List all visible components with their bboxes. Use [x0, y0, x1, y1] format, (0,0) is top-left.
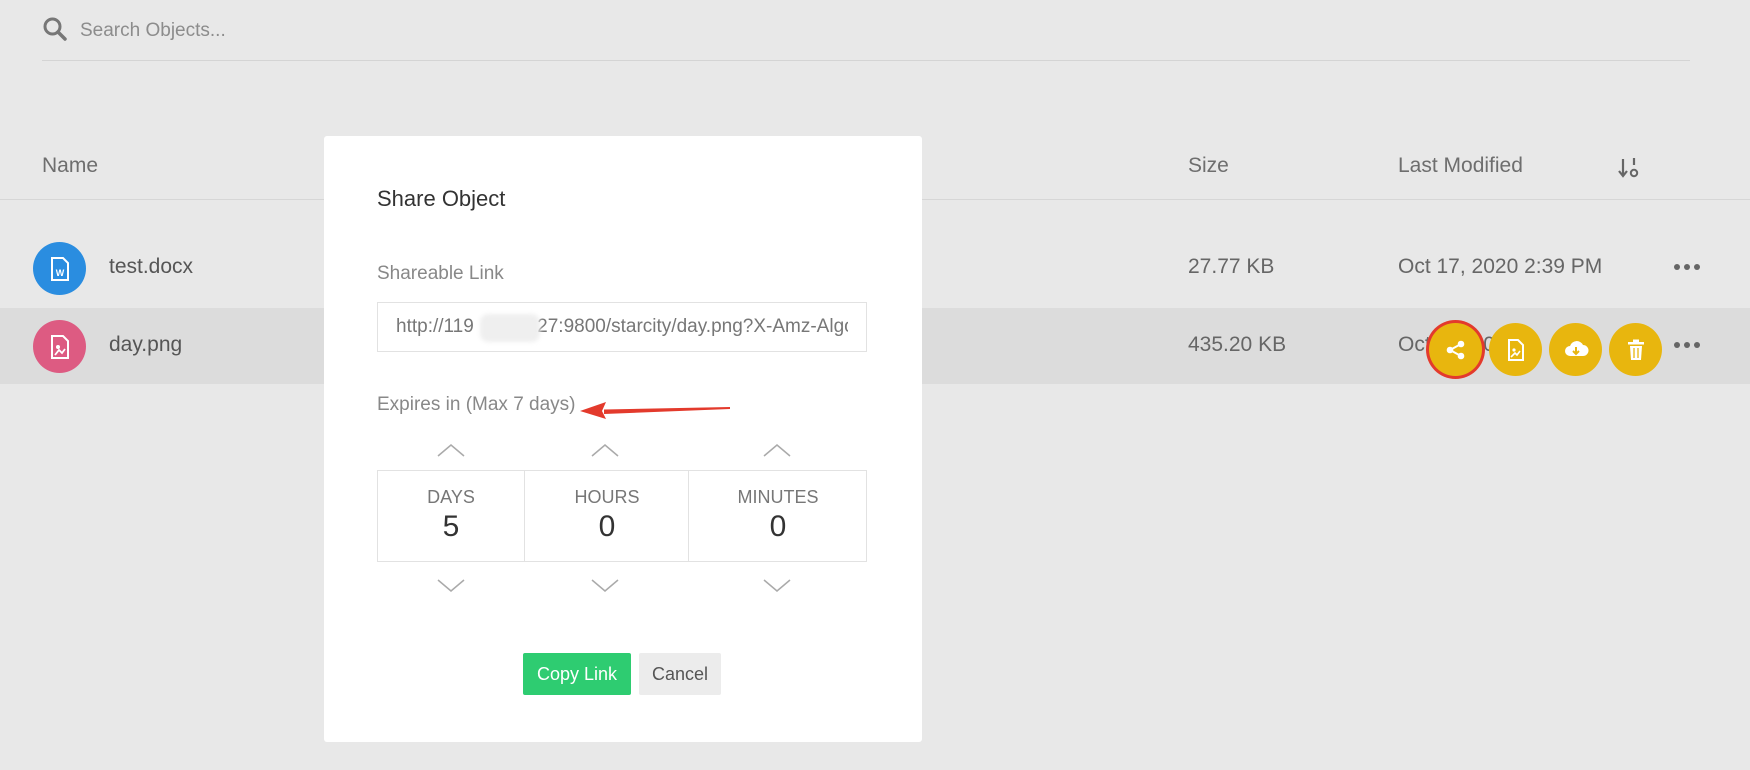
file-name[interactable]: test.docx [109, 255, 193, 279]
minutes-label: MINUTES [737, 487, 819, 507]
delete-button[interactable] [1609, 323, 1662, 376]
download-icon [1564, 340, 1588, 356]
search-icon [43, 17, 67, 41]
dialog-title: Share Object [377, 186, 506, 211]
search-bar [42, 0, 1690, 61]
minutes-value[interactable]: 0 [689, 510, 867, 544]
hours-decrement-icon[interactable] [590, 578, 620, 594]
shareable-link-label: Shareable Link [377, 263, 504, 284]
file-last-modified: Oct 17, 2020 2:39 PM [1398, 255, 1603, 278]
file-name[interactable]: day.png [109, 333, 182, 357]
preview-button[interactable] [1489, 323, 1542, 376]
svg-text:W: W [55, 268, 64, 278]
expiry-picker: DAYS 5 HOURS 0 MINUTES 0 [377, 470, 867, 562]
hours-label: HOURS [574, 487, 640, 507]
preview-file-icon [1507, 338, 1524, 361]
hours-value[interactable]: 0 [525, 510, 689, 544]
days-label: DAYS [427, 487, 475, 507]
download-button[interactable] [1549, 323, 1602, 376]
more-options-icon[interactable] [1672, 260, 1702, 274]
hours-cell[interactable]: HOURS 0 [524, 471, 689, 561]
days-value[interactable]: 5 [378, 510, 524, 544]
days-decrement-icon[interactable] [436, 578, 466, 594]
file-size: 435.20 KB [1188, 333, 1287, 356]
annotation-arrow-icon [580, 402, 730, 419]
share-icon [1446, 340, 1464, 359]
days-increment-icon[interactable] [436, 442, 466, 458]
column-header-last-modified[interactable]: Last Modified [1398, 154, 1523, 178]
column-header-name[interactable]: Name [42, 154, 98, 178]
share-object-dialog: Share Object Shareable Link Expires in (… [324, 136, 922, 742]
image-file-icon [33, 320, 86, 373]
minutes-decrement-icon[interactable] [762, 578, 792, 594]
minutes-increment-icon[interactable] [762, 442, 792, 458]
redaction-blur [480, 314, 540, 342]
shareable-link-field[interactable] [377, 302, 867, 352]
days-cell[interactable]: DAYS 5 [378, 471, 524, 561]
expires-label: Expires in (Max 7 days) [377, 394, 576, 415]
more-options-icon[interactable] [1672, 338, 1702, 352]
column-header-size[interactable]: Size [1188, 154, 1229, 178]
cancel-button[interactable]: Cancel [639, 653, 721, 695]
minutes-cell[interactable]: MINUTES 0 [688, 471, 867, 561]
sort-icon[interactable] [1618, 156, 1640, 180]
search-input[interactable] [78, 14, 682, 48]
word-file-icon: W [33, 242, 86, 295]
hours-increment-icon[interactable] [590, 442, 620, 458]
trash-icon [1627, 339, 1644, 360]
copy-link-button[interactable]: Copy Link [523, 653, 631, 695]
share-button[interactable] [1429, 323, 1482, 376]
file-size: 27.77 KB [1188, 255, 1275, 278]
